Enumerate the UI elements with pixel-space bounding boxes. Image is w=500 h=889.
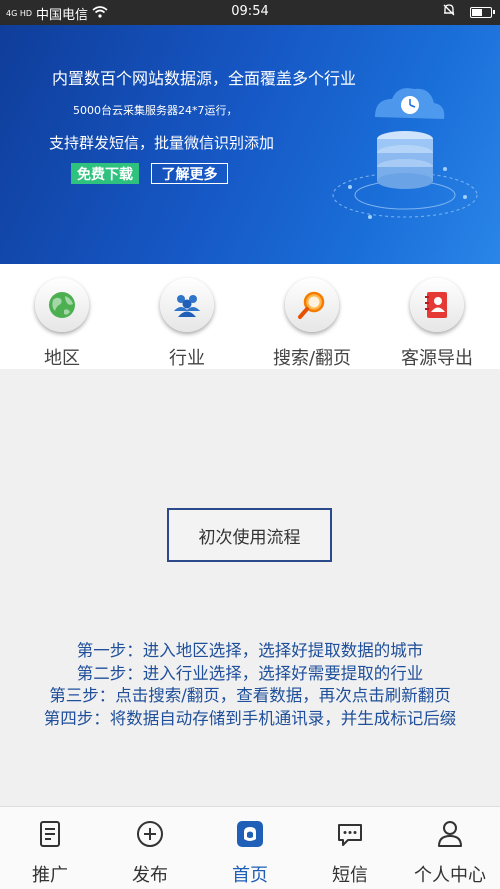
battery-icon — [470, 6, 495, 18]
nav-sms[interactable]: 短信 — [300, 819, 400, 887]
status-bar: 4G HD 中国电信 09:54 — [0, 0, 500, 25]
promo-banner[interactable]: 内置数百个网站数据源，全面覆盖多个行业 5000台云采集服务器24*7运行， 支… — [0, 25, 500, 264]
contacts-book-icon — [425, 292, 447, 318]
banner-subline: 5000台云采集服务器24*7运行， — [73, 104, 238, 117]
globe-icon — [49, 292, 75, 318]
first-use-guide-button[interactable]: 初次使用流程 — [167, 508, 332, 562]
category-grid: 地区 行业 搜索/翻页 客源导出 — [0, 264, 500, 369]
free-download-button[interactable]: 免费下载 — [71, 163, 139, 184]
category-industry-label: 行业 — [169, 348, 205, 369]
mute-bell-icon — [442, 3, 456, 21]
user-icon — [438, 821, 462, 847]
nav-home[interactable]: 首页 — [200, 819, 300, 887]
step-4: 第四步：将数据自动存储到手机通讯录，并生成标记后缀 — [43, 708, 457, 728]
category-export-label: 客源导出 — [401, 348, 473, 369]
step-1: 第一步：进入地区选择，选择好提取数据的城市 — [76, 641, 424, 660]
plus-circle-icon — [137, 821, 163, 847]
nav-promote[interactable]: 推广 — [0, 819, 100, 887]
message-icon — [338, 824, 362, 846]
clock: 09:54 — [231, 4, 269, 19]
document-icon — [40, 821, 60, 847]
search-icon — [298, 291, 325, 319]
steps-list: 第一步：进入地区选择，选择好提取数据的城市 第二步：进入行业选择，选择好需要提取… — [0, 640, 500, 730]
learn-more-button[interactable]: 了解更多 — [151, 163, 228, 184]
nav-sms-label: 短信 — [332, 865, 368, 886]
category-region[interactable]: 地区 — [12, 278, 112, 370]
people-icon — [174, 295, 200, 317]
category-search[interactable]: 搜索/翻页 — [262, 278, 362, 370]
category-export[interactable]: 客源导出 — [387, 278, 487, 370]
step-2: 第二步：进入行业选择，选择好需要提取的行业 — [76, 663, 424, 683]
step-3: 第三步：点击搜索/翻页，查看数据，再次点击刷新翻页 — [49, 686, 451, 705]
category-industry[interactable]: 行业 — [137, 278, 237, 370]
nav-profile[interactable]: 个人中心 — [400, 819, 500, 887]
nav-promote-label: 推广 — [32, 865, 68, 886]
nav-publish[interactable]: 发布 — [100, 819, 200, 887]
home-icon — [237, 821, 263, 847]
bottom-nav: 推广 发布 首页 短信 个人中心 — [0, 806, 500, 889]
banner-headline: 内置数百个网站数据源，全面覆盖多个行业 — [52, 69, 357, 88]
nav-home-label: 首页 — [232, 865, 268, 886]
category-search-label: 搜索/翻页 — [272, 348, 352, 369]
category-region-label: 地区 — [44, 348, 80, 369]
cloud-server-illustration — [332, 88, 478, 219]
banner-feature-line: 支持群发短信，批量微信识别添加 — [49, 134, 275, 152]
nav-publish-label: 发布 — [132, 865, 168, 886]
nav-profile-label: 个人中心 — [414, 865, 486, 886]
